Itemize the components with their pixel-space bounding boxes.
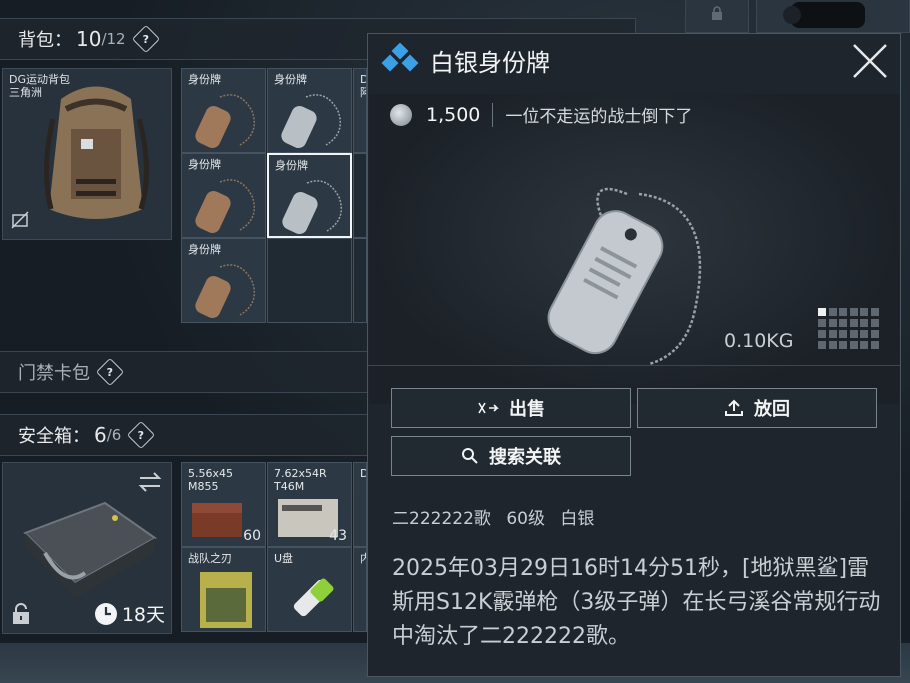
item-title: 白银身份牌 bbox=[430, 48, 550, 77]
search-icon bbox=[462, 448, 478, 464]
inventory-slot[interactable]: 身份牌 bbox=[267, 68, 352, 153]
inventory-slot-selected[interactable]: 身份牌 bbox=[267, 153, 352, 238]
sell-icon bbox=[478, 402, 499, 414]
inventory-slot-empty[interactable] bbox=[353, 238, 367, 323]
item-art bbox=[369, 94, 899, 404]
inventory-slot[interactable]: 身份牌 bbox=[181, 238, 266, 323]
dogtag-large-image bbox=[547, 187, 702, 366]
item-detail-popup: 白银身份牌 1,500 一位不走运的战士倒下了 0.10KG 出售 放回 搜索关… bbox=[367, 33, 901, 677]
dogtag-silver-image bbox=[281, 94, 341, 148]
owner-info: 二222222歌 60级 白银 bbox=[392, 504, 604, 529]
popup-header: 白银身份牌 bbox=[368, 34, 900, 86]
scope-image bbox=[783, 2, 865, 28]
lock-icon bbox=[712, 6, 722, 20]
safe-title: 安全箱： bbox=[18, 426, 90, 447]
help-icon[interactable]: ? bbox=[131, 24, 160, 54]
dvd-case-image bbox=[200, 572, 252, 628]
ammo-box-image bbox=[192, 503, 242, 537]
safe-max: /6 bbox=[106, 426, 122, 444]
currency-icon bbox=[390, 103, 412, 126]
safe-container-slot[interactable]: 18天 bbox=[2, 462, 172, 634]
owner-rank: 白银 bbox=[560, 509, 595, 529]
price-row: 1,500 一位不走运的战士倒下了 bbox=[390, 102, 692, 127]
safe-case-image bbox=[23, 501, 157, 598]
safe-slot[interactable]: 7.62x54R T46M 43 bbox=[267, 462, 352, 547]
return-button[interactable]: 放回 bbox=[637, 388, 877, 428]
item-weight: 0.10KG bbox=[724, 330, 794, 352]
rarity-icon bbox=[381, 43, 419, 72]
safe-slot[interactable]: 5.56x45 M855 60 bbox=[181, 462, 266, 547]
swap-icon[interactable] bbox=[137, 471, 163, 493]
owner-level: 60级 bbox=[506, 509, 545, 529]
equipment-slot-scope[interactable] bbox=[756, 0, 910, 33]
inventory-slot-empty[interactable] bbox=[353, 153, 367, 238]
safe-slot-partial[interactable]: D bbox=[353, 462, 367, 547]
owner-name: 二222222歌 bbox=[392, 509, 491, 529]
inventory-slot-empty[interactable] bbox=[267, 238, 352, 323]
safe-count: 6 bbox=[94, 423, 107, 447]
safe-slot-partial[interactable]: 内 bbox=[353, 547, 367, 632]
item-price: 1,500 bbox=[426, 103, 481, 126]
backpack-image bbox=[44, 86, 149, 219]
no-insure-icon bbox=[11, 211, 29, 229]
help-icon[interactable]: ? bbox=[127, 420, 156, 450]
backpack-title: 背包： bbox=[18, 30, 72, 51]
sell-button[interactable]: 出售 bbox=[391, 388, 631, 428]
search-related-button[interactable]: 搜索关联 bbox=[391, 436, 631, 476]
item-flavor: 一位不走运的战士倒下了 bbox=[505, 107, 693, 127]
help-icon[interactable]: ? bbox=[95, 357, 125, 387]
dogtag-bronze-image bbox=[195, 264, 255, 318]
backpack-count: 10 bbox=[76, 27, 102, 51]
item-story: 2025年03月29日16时14分51秒，[地狱黑鲨]雷斯用S12K霰弹枪（3级… bbox=[392, 556, 881, 649]
close-icon[interactable] bbox=[852, 43, 888, 79]
equipment-slot-locked[interactable] bbox=[685, 0, 749, 33]
keycard-title: 门禁卡包 bbox=[18, 363, 90, 384]
clock-icon bbox=[94, 602, 117, 625]
dogtag-silver-image bbox=[282, 180, 342, 234]
backpack-max: /12 bbox=[101, 30, 126, 48]
usb-drive-image bbox=[293, 578, 334, 617]
inventory-slot-partial[interactable]: D 阿 bbox=[353, 68, 367, 153]
dogtag-bronze-image bbox=[195, 179, 255, 233]
safe-duration: 18天 bbox=[94, 600, 165, 627]
safe-slot[interactable]: U盘 bbox=[267, 547, 352, 632]
divider bbox=[368, 365, 900, 366]
inventory-slot[interactable]: 身份牌 bbox=[181, 68, 266, 153]
safe-slot[interactable]: 战队之刃 bbox=[181, 547, 266, 632]
dogtag-bronze-image bbox=[195, 94, 255, 148]
upload-icon bbox=[725, 399, 743, 416]
lock-icon bbox=[13, 603, 29, 624]
item-size-grid bbox=[818, 308, 880, 350]
divider bbox=[492, 102, 494, 127]
backpack-container-slot[interactable]: DG运动背包 三角洲 bbox=[2, 68, 172, 240]
inventory-slot[interactable]: 身份牌 bbox=[181, 153, 266, 238]
